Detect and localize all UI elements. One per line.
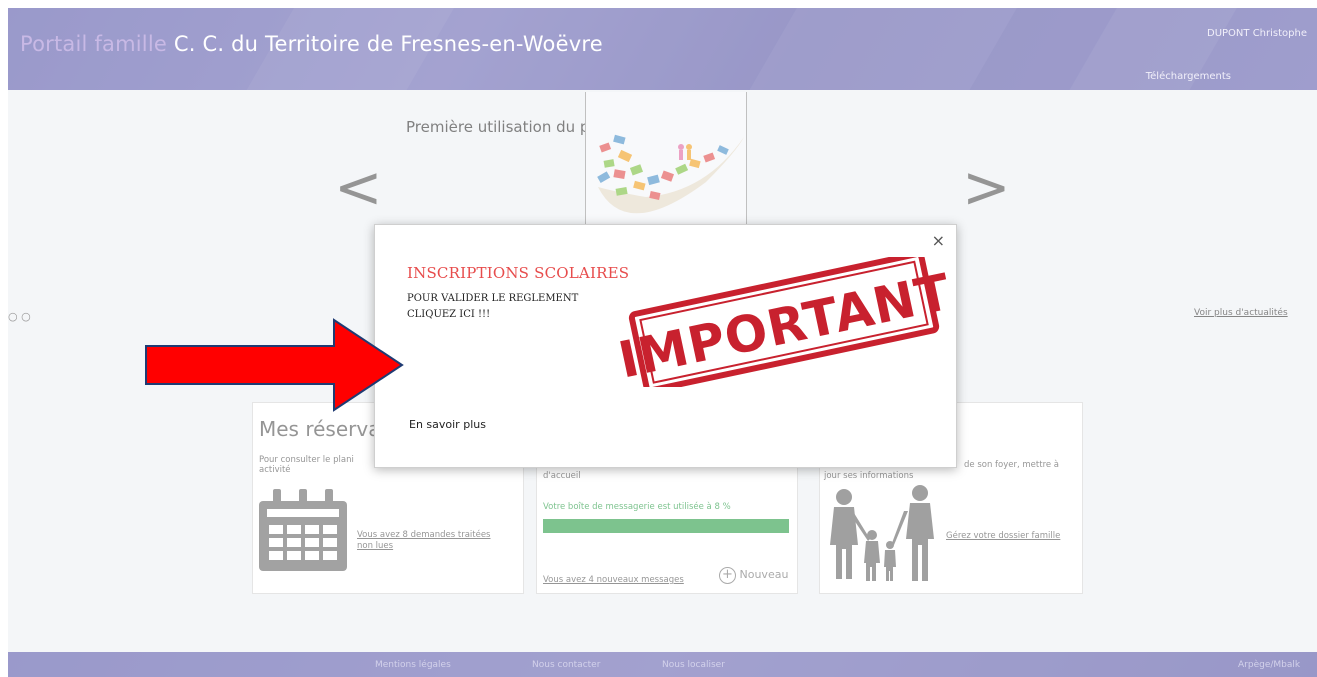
important-modal: × INSCRIPTIONS SCOLAIRES POUR VALIDER LE… bbox=[374, 224, 957, 468]
red-arrow-icon bbox=[145, 318, 404, 412]
close-icon[interactable]: × bbox=[932, 231, 945, 250]
stamp-graphic: IMPORTANT bbox=[614, 251, 956, 394]
important-stamp: IMPORTANT bbox=[614, 251, 956, 394]
modal-line-2[interactable]: CLIQUEZ ICI !!! bbox=[407, 309, 490, 320]
learn-more-link[interactable]: En savoir plus bbox=[409, 418, 486, 431]
modal-title: INSCRIPTIONS SCOLAIRES bbox=[407, 264, 630, 282]
modal-line-1: POUR VALIDER LE REGLEMENT bbox=[407, 293, 579, 304]
